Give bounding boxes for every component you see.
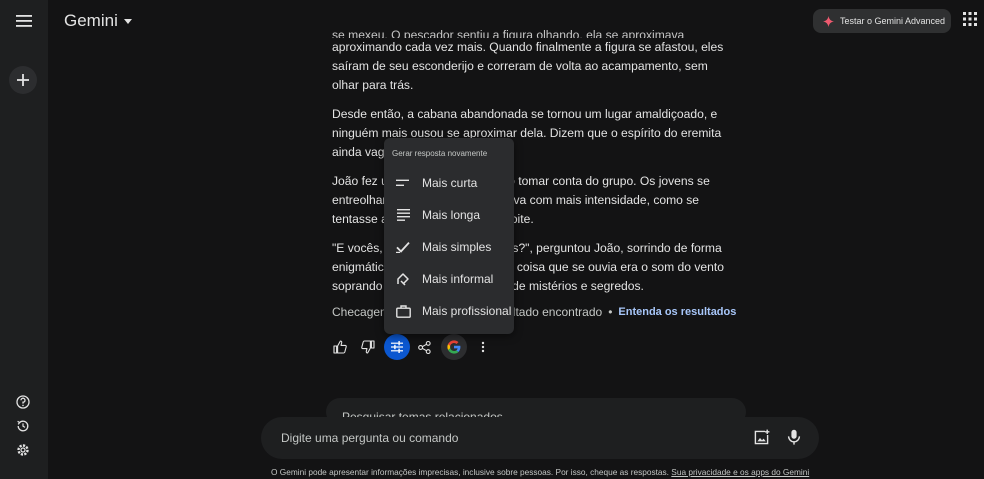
upgrade-button[interactable]: Testar o Gemini Advanced <box>813 9 951 33</box>
menu-title: Gerar resposta novamente <box>392 149 488 158</box>
main-menu-button[interactable] <box>10 8 38 34</box>
disclaimer-text: O Gemini pode apresentar informações imp… <box>271 467 669 477</box>
short-text-icon <box>395 175 411 191</box>
more-options-button[interactable] <box>470 334 496 360</box>
sidebar <box>0 0 48 479</box>
long-text-icon <box>395 207 411 223</box>
check-icon <box>395 239 411 255</box>
modify-response-menu: Gerar resposta novamente Mais curta Mais… <box>384 138 514 334</box>
sparkle-icon <box>823 15 834 27</box>
menu-item-label: Mais curta <box>422 176 478 190</box>
brand-title: Gemini <box>64 11 118 30</box>
menu-item-professional[interactable]: Mais profissional <box>384 297 514 325</box>
menu-item-informal[interactable]: Mais informal <box>384 265 514 293</box>
activity-button[interactable] <box>14 417 32 435</box>
microphone-icon <box>787 429 801 445</box>
casual-icon <box>395 271 411 287</box>
microphone-button[interactable] <box>787 429 805 447</box>
response-actions <box>327 334 507 362</box>
google-icon <box>447 340 461 354</box>
menu-item-label: Mais longa <box>422 208 481 222</box>
settings-button[interactable] <box>14 441 32 459</box>
more-icon <box>481 341 485 353</box>
fact-check-separator: • <box>608 304 613 319</box>
new-chat-button[interactable] <box>9 66 37 94</box>
thumb-up-icon <box>333 340 347 354</box>
upload-image-button[interactable] <box>754 429 772 447</box>
privacy-link[interactable]: Sua privacidade e os apps do Gemini <box>671 467 809 477</box>
menu-item-simpler[interactable]: Mais simples <box>384 233 514 261</box>
settings-icon <box>17 444 29 456</box>
help-icon <box>16 395 30 409</box>
share-icon <box>417 340 431 354</box>
apps-grid-icon <box>963 12 977 26</box>
add-photo-icon <box>754 429 770 445</box>
fact-check-link[interactable]: Entenda os resultados <box>618 306 736 318</box>
plus-icon <box>17 74 29 86</box>
prompt-bar <box>261 417 819 459</box>
thumb-up-button[interactable] <box>327 334 353 360</box>
menu-item-label: Mais informal <box>422 272 494 286</box>
menu-item-longer[interactable]: Mais longa <box>384 201 514 229</box>
apps-button[interactable] <box>963 12 981 30</box>
caret-down-icon <box>123 18 132 24</box>
share-button[interactable] <box>411 334 437 360</box>
thumb-down-icon <box>361 340 375 354</box>
model-switcher[interactable]: Gemini <box>64 10 132 32</box>
thumb-down-button[interactable] <box>355 334 381 360</box>
prompt-input[interactable] <box>279 430 723 446</box>
help-button[interactable] <box>14 393 32 411</box>
briefcase-icon <box>395 303 411 319</box>
footer-disclaimer: O Gemini pode apresentar informações imp… <box>271 467 809 477</box>
upgrade-label: Testar o Gemini Advanced <box>840 16 946 26</box>
double-check-button[interactable] <box>441 334 467 360</box>
menu-item-label: Mais profissional <box>422 304 512 318</box>
tune-icon <box>391 341 403 353</box>
menu-item-label: Mais simples <box>422 240 492 254</box>
menu-icon <box>16 15 32 27</box>
response-paragraph-1: aproximando cada vez mais. Quando finalm… <box>332 40 724 92</box>
modify-response-button[interactable] <box>384 334 410 360</box>
menu-item-shorter[interactable]: Mais curta <box>384 169 514 197</box>
response-paragraph-cut: se mexeu. O pescador sentiu a figura olh… <box>332 28 685 38</box>
history-icon <box>17 420 29 432</box>
